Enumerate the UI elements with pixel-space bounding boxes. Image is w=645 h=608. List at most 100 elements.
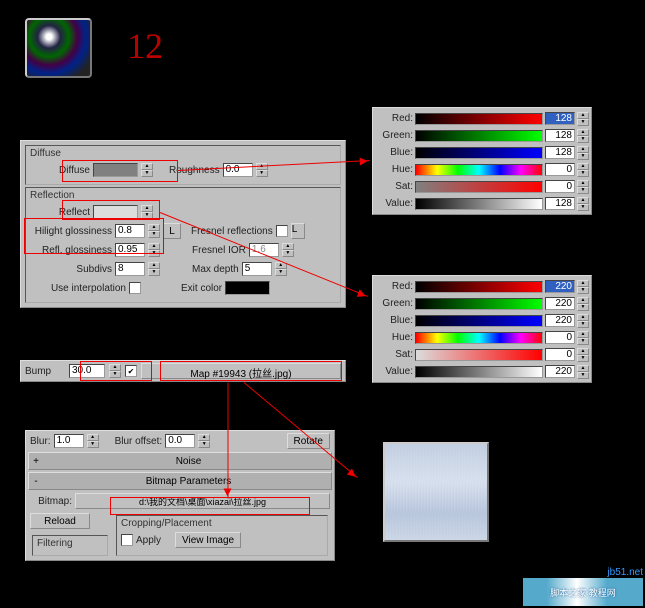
reflect-map-spinner[interactable]: ▲▼: [141, 205, 153, 219]
red-value-2[interactable]: 220: [545, 280, 575, 293]
blue-slider-2[interactable]: [415, 315, 543, 327]
red-spinner[interactable]: ▲▼: [577, 112, 589, 126]
blue-spinner[interactable]: ▲▼: [577, 146, 589, 160]
sat-slider-2[interactable]: [415, 349, 543, 361]
red-slider-2[interactable]: [415, 281, 543, 293]
hue-value[interactable]: 0: [545, 163, 575, 176]
bump-map-button[interactable]: Map #19943 (拉丝.jpg): [141, 363, 341, 379]
sat-label: Sat:: [375, 181, 413, 192]
blur-label: Blur:: [30, 436, 51, 447]
roughness-field[interactable]: 0.0: [223, 163, 253, 177]
material-preview-sphere: [25, 18, 92, 78]
hue-label-2: Hue:: [375, 332, 413, 343]
value-slider-2[interactable]: [415, 366, 543, 378]
apply-checkbox[interactable]: [121, 534, 133, 546]
value-value-2[interactable]: 220: [545, 365, 575, 378]
max-depth-field[interactable]: 5: [242, 262, 272, 276]
color-picker-diffuse: Red:128▲▼ Green:128▲▼ Blue:128▲▼ Hue:0▲▼…: [372, 107, 592, 215]
sat-value[interactable]: 0: [545, 180, 575, 193]
diffuse-label: Diffuse: [30, 165, 90, 176]
sat-slider[interactable]: [415, 181, 543, 193]
blue-spinner-2[interactable]: ▲▼: [577, 314, 589, 328]
fresnel-checkbox[interactable]: [276, 225, 288, 237]
red-value[interactable]: 128: [545, 112, 575, 125]
reflect-color-swatch[interactable]: [93, 205, 138, 219]
max-depth-spinner[interactable]: ▲▼: [275, 262, 287, 276]
red-slider[interactable]: [415, 113, 543, 125]
bump-enable-checkbox[interactable]: ✔: [125, 365, 137, 377]
fresnel-lock[interactable]: L: [291, 223, 305, 239]
fresnel-ior-label: Fresnel IOR: [192, 245, 246, 256]
blue-value[interactable]: 128: [545, 146, 575, 159]
subdivs-spinner[interactable]: ▲▼: [148, 262, 160, 276]
value-slider[interactable]: [415, 198, 543, 210]
watermark-banner: 脚本之家 教程网: [523, 578, 643, 606]
use-interp-checkbox[interactable]: [129, 282, 141, 294]
hilight-gloss-spinner[interactable]: ▲▼: [148, 224, 160, 238]
blue-slider[interactable]: [415, 147, 543, 159]
color-picker-reflect: Red:220▲▼ Green:220▲▼ Blue:220▲▼ Hue:0▲▼…: [372, 275, 592, 383]
bump-map-row: Bump 30.0 ▲▼ ✔ Map #19943 (拉丝.jpg): [20, 360, 346, 382]
blue-value-2[interactable]: 220: [545, 314, 575, 327]
hue-slider-2[interactable]: [415, 332, 543, 344]
sat-spinner[interactable]: ▲▼: [577, 180, 589, 194]
diffuse-group: Diffuse Diffuse ▲▼ Roughness 0.0 ▲▼: [25, 145, 341, 185]
bmp-params-rollout-label[interactable]: Bitmap Parameters: [46, 476, 331, 487]
step-number: 12: [127, 25, 163, 67]
green-slider[interactable]: [415, 130, 543, 142]
hue-value-2[interactable]: 0: [545, 331, 575, 344]
bump-label: Bump: [25, 366, 65, 377]
sat-spinner-2[interactable]: ▲▼: [577, 348, 589, 362]
subdivs-field[interactable]: 8: [115, 262, 145, 276]
bump-value-field[interactable]: 30.0: [69, 364, 105, 378]
green-value[interactable]: 128: [545, 129, 575, 142]
bmp-collapse-icon[interactable]: -: [29, 476, 43, 487]
blue-label: Blue:: [375, 147, 413, 158]
diffuse-map-spinner[interactable]: ▲▼: [141, 163, 153, 177]
noise-expand-icon[interactable]: +: [29, 456, 43, 467]
refl-gloss-label: Refl. glossiness: [30, 245, 112, 256]
fresnel-label: Fresnel reflections: [191, 226, 273, 237]
reflection-group: Reflection Reflect ▲▼ Hilight glossiness…: [25, 187, 341, 303]
hue-spinner-2[interactable]: ▲▼: [577, 331, 589, 345]
diffuse-color-swatch[interactable]: [93, 163, 138, 177]
bitmap-path-button[interactable]: d:\我的文档\桌面\xiazai\拉丝.jpg: [75, 493, 330, 509]
green-spinner[interactable]: ▲▼: [577, 129, 589, 143]
hue-slider[interactable]: [415, 164, 543, 176]
bump-spinner[interactable]: ▲▼: [109, 364, 121, 378]
filtering-group-label: Filtering: [37, 538, 103, 549]
value-spinner[interactable]: ▲▼: [577, 197, 589, 211]
exit-color-label: Exit color: [181, 283, 222, 294]
reflect-label: Reflect: [30, 207, 90, 218]
blur-field[interactable]: 1.0: [54, 434, 84, 448]
lock-button[interactable]: L: [163, 223, 181, 239]
green-spinner-2[interactable]: ▲▼: [577, 297, 589, 311]
exit-color-swatch[interactable]: [225, 281, 270, 295]
hilight-gloss-field[interactable]: 0.8: [115, 224, 145, 238]
sat-value-2[interactable]: 0: [545, 348, 575, 361]
view-image-button[interactable]: View Image: [175, 532, 241, 548]
blur-spinner[interactable]: ▲▼: [87, 434, 99, 448]
blur-offset-spinner[interactable]: ▲▼: [198, 434, 210, 448]
fresnel-ior-spinner[interactable]: ▲▼: [282, 243, 294, 257]
hue-spinner[interactable]: ▲▼: [577, 163, 589, 177]
green-slider-2[interactable]: [415, 298, 543, 310]
hue-label: Hue:: [375, 164, 413, 175]
refl-gloss-field[interactable]: 0.95: [115, 243, 145, 257]
vray-material-panel: Diffuse Diffuse ▲▼ Roughness 0.0 ▲▼ Refl…: [20, 140, 346, 308]
bitmap-path-label: Bitmap:: [30, 496, 72, 507]
blur-offset-field[interactable]: 0.0: [165, 434, 195, 448]
sat-label-2: Sat:: [375, 349, 413, 360]
value-spinner-2[interactable]: ▲▼: [577, 365, 589, 379]
bitmap-panel: Blur: 1.0 ▲▼ Blur offset: 0.0 ▲▼ Rotate …: [25, 430, 335, 561]
reflection-group-label: Reflection: [30, 190, 336, 201]
texture-preview: [383, 442, 489, 542]
reload-button[interactable]: Reload: [30, 513, 90, 529]
noise-rollout-label[interactable]: Noise: [46, 456, 331, 467]
red-spinner-2[interactable]: ▲▼: [577, 280, 589, 294]
value-value[interactable]: 128: [545, 197, 575, 210]
refl-gloss-spinner[interactable]: ▲▼: [148, 243, 160, 257]
green-value-2[interactable]: 220: [545, 297, 575, 310]
watermark-url: jb51.net: [607, 567, 643, 578]
use-interp-label: Use interpolation: [30, 283, 126, 294]
